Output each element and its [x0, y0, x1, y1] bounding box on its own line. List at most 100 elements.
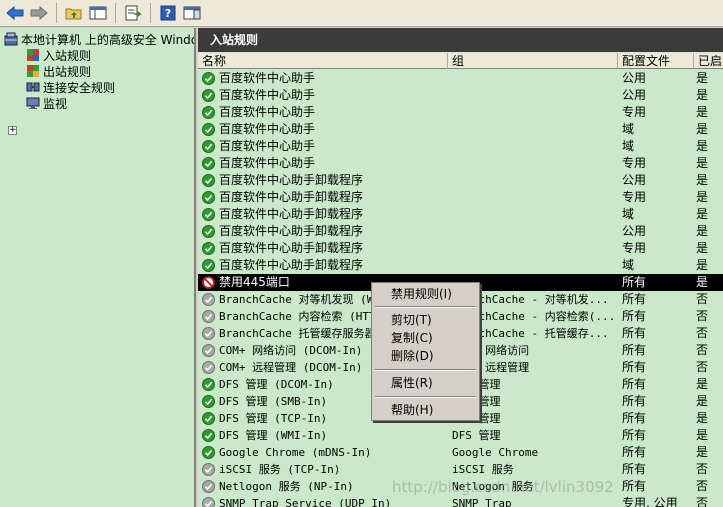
rule-profile: 公用 [622, 224, 647, 238]
rule-row[interactable]: DFS 管理 (WMI-In) DFS 管理 所有 是 [198, 427, 723, 444]
rule-name: 百度软件中心助手卸载程序 [219, 173, 364, 187]
rule-profile: 专用 [622, 156, 647, 170]
help-button[interactable]: ? [157, 2, 179, 24]
rule-row[interactable]: iSCSI 服务 (TCP-In) iSCSI 服务 所有 否 [198, 461, 723, 478]
menu-item-help[interactable]: 帮助(H) [374, 401, 477, 419]
rule-group: Netlogon 服务 [452, 480, 534, 493]
rule-profile: 所有 [622, 445, 647, 459]
rule-row[interactable]: 百度软件中心助手 公用 是 [198, 70, 723, 87]
enabled-check-icon [202, 378, 215, 391]
tree-item-label: 监视 [43, 96, 68, 111]
disabled-check-icon [202, 480, 215, 493]
rule-profile: 专用 [622, 241, 647, 255]
rule-name-cell: 百度软件中心助手卸载程序 [202, 189, 446, 206]
rule-name-cell: 百度软件中心助手 [202, 87, 446, 104]
rule-row[interactable]: 百度软件中心助手卸载程序 专用 是 [198, 240, 723, 257]
enabled-check-icon [202, 89, 215, 102]
rule-enabled: 否 [696, 479, 709, 493]
rule-profile: 域 [622, 258, 635, 272]
rule-row[interactable]: 百度软件中心助手卸载程序 公用 是 [198, 223, 723, 240]
rule-group: iSCSI 服务 [452, 463, 514, 476]
rule-profile: 所有 [622, 292, 647, 306]
rule-profile: 所有 [622, 462, 647, 476]
rule-name: SNMP Trap Service (UDP In) [219, 497, 392, 507]
rule-row[interactable]: 百度软件中心助手卸载程序 域 是 [198, 206, 723, 223]
rule-name: 百度软件中心助手卸载程序 [219, 258, 364, 272]
rule-group [452, 206, 618, 223]
up-button[interactable] [63, 2, 85, 24]
rule-name: 百度软件中心助手卸载程序 [219, 241, 364, 255]
column-header-enabled[interactable]: 已启用 [694, 53, 723, 69]
rule-name: 百度软件中心助手 [219, 139, 316, 153]
disabled-check-icon [202, 497, 215, 507]
rule-group [452, 223, 618, 240]
rule-name-cell: SNMP Trap Service (UDP In) [202, 495, 446, 507]
rule-enabled: 是 [696, 275, 709, 289]
disabled-check-icon [202, 327, 215, 340]
rule-row[interactable]: 百度软件中心助手 专用 是 [198, 104, 723, 121]
back-button[interactable] [4, 2, 26, 24]
rule-enabled: 否 [696, 462, 709, 476]
rule-row[interactable]: 百度软件中心助手卸载程序 公用 是 [198, 172, 723, 189]
back-arrow-icon [6, 5, 24, 21]
enabled-check-icon [202, 429, 215, 442]
rule-group [452, 121, 618, 138]
export-list-button[interactable] [122, 2, 144, 24]
rule-enabled: 否 [696, 343, 709, 357]
results-pane: 入站规则 名称 组 配置文件 已启用 百度软件中心助手公用是百度软件中心助手公用… [198, 28, 723, 507]
disabled-check-icon [202, 361, 215, 374]
menu-item-disable-rule[interactable]: 禁用规则(I) [374, 285, 477, 303]
action-pane-button[interactable] [181, 2, 203, 24]
rule-row[interactable]: Netlogon 服务 (NP-In) Netlogon 服务 所有 否 [198, 478, 723, 495]
column-header: 名称 组 配置文件 已启用 [198, 53, 723, 69]
rule-row[interactable]: Google Chrome (mDNS-In) Google Chrome 所有 是 [198, 444, 723, 461]
rule-row[interactable]: SNMP Trap Service (UDP In) SNMP Trap 专用, 公… [198, 495, 723, 507]
rule-enabled: 是 [696, 139, 709, 153]
menu-item-cut[interactable]: 剪切(T) [374, 311, 477, 329]
rule-name-cell: iSCSI 服务 (TCP-In) [202, 461, 446, 478]
rule-row[interactable]: 百度软件中心助手 专用 是 [198, 155, 723, 172]
tree-item-inbound[interactable]: 入站规则 [26, 47, 91, 63]
rule-name: 百度软件中心助手 [219, 71, 316, 85]
forward-button[interactable] [28, 2, 50, 24]
rule-row[interactable]: 百度软件中心助手卸载程序 专用 是 [198, 189, 723, 206]
rule-row[interactable]: 百度软件中心助手 域 是 [198, 138, 723, 155]
help-icon: ? [160, 5, 176, 21]
menu-item-properties[interactable]: 属性(R) [374, 374, 477, 392]
rule-group: SNMP Trap [452, 497, 512, 507]
column-header-name[interactable]: 名称 [198, 53, 448, 69]
column-header-profile[interactable]: 配置文件 [618, 53, 694, 69]
rule-row[interactable]: 百度软件中心助手 公用 是 [198, 87, 723, 104]
rule-name: Google Chrome (mDNS-In) [219, 446, 372, 459]
tree-item-connection-security[interactable]: 连接安全规则 [26, 79, 115, 95]
rule-row[interactable]: 百度软件中心助手卸载程序 域 是 [198, 257, 723, 274]
column-header-group[interactable]: 组 [448, 53, 618, 69]
rule-profile: 所有 [622, 479, 647, 493]
enabled-check-icon [202, 157, 215, 170]
rule-enabled: 否 [696, 326, 709, 340]
rule-name: 百度软件中心助手 [219, 122, 316, 136]
rule-name: iSCSI 服务 (TCP-In) [219, 463, 341, 476]
rule-name-cell: 百度软件中心助手卸载程序 [202, 257, 446, 274]
rule-group: DFS 管理 [452, 429, 501, 442]
rule-enabled: 是 [696, 190, 709, 204]
rule-name: Netlogon 服务 (NP-In) [219, 480, 354, 493]
tree-root[interactable]: 本地计算机 上的高级安全 Windows [4, 31, 194, 47]
rule-name-cell: 百度软件中心助手 [202, 121, 446, 138]
enabled-check-icon [202, 395, 215, 408]
rule-group [452, 70, 618, 87]
show-hide-tree-button[interactable] [87, 2, 109, 24]
rule-row[interactable]: 百度软件中心助手 域 是 [198, 121, 723, 138]
menu-item-copy[interactable]: 复制(C) [374, 329, 477, 347]
context-menu: 禁用规则(I) 剪切(T) 复制(C) 删除(D) 属性(R) 帮助(H) [371, 282, 480, 421]
rule-enabled: 是 [696, 411, 709, 425]
enabled-check-icon [202, 208, 215, 221]
rule-name: COM+ 远程管理 (DCOM-In) [219, 361, 363, 374]
menu-item-delete[interactable]: 删除(D) [374, 347, 477, 365]
rule-enabled: 否 [696, 309, 709, 323]
tree-expander[interactable]: + [8, 126, 17, 135]
tree-item-monitoring[interactable]: 监视 [26, 95, 67, 111]
rule-name: 百度软件中心助手 [219, 88, 316, 102]
tree-item-outbound[interactable]: 出站规则 [26, 63, 91, 79]
rule-profile: 所有 [622, 428, 647, 442]
